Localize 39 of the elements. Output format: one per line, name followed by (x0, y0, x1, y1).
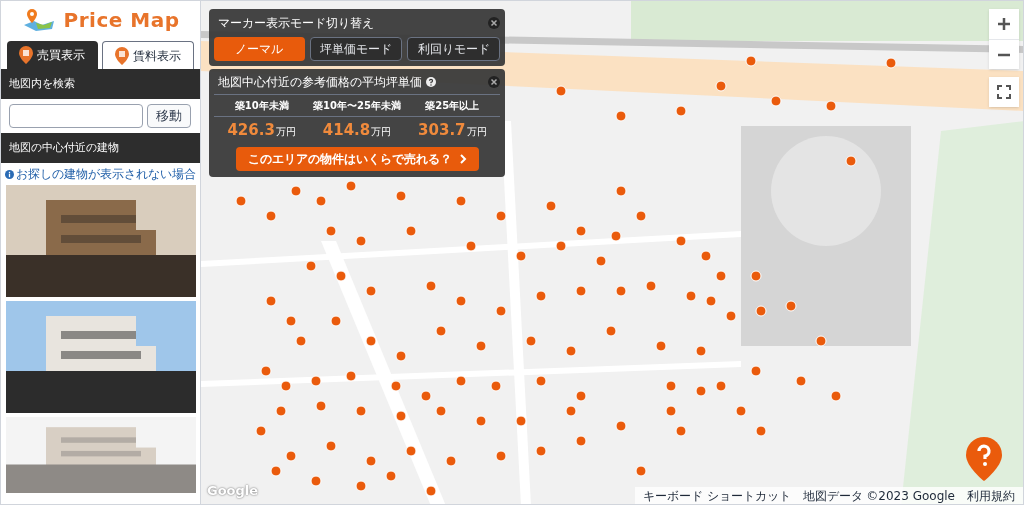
section-heading: 地図の中心付近の建物 (1, 133, 200, 163)
mode-button[interactable]: ノーマル (214, 37, 305, 61)
price-value: 414.8 (322, 120, 371, 141)
close-icon[interactable] (488, 17, 500, 29)
price-unit: 万円 (275, 125, 296, 139)
cta-button[interactable]: このエリアの物件はいくらで売れる？ (235, 146, 479, 171)
panel-title: マーカー表示モード切り替え (217, 15, 374, 32)
help-link[interactable]: お探しの建物が表示されない場合 (16, 165, 196, 183)
shortcuts-link[interactable]: キーボード ショートカット (642, 486, 791, 504)
terms-link[interactable]: 利用規約 (967, 486, 1015, 504)
logo-text: Price Map (63, 7, 180, 34)
column-label: 築25年以上 (404, 95, 500, 117)
fullscreen-button[interactable] (989, 77, 1019, 107)
move-button[interactable]: 移動 (147, 104, 191, 128)
price-value: 303.7 (418, 120, 466, 141)
mode-button[interactable]: 利回りモード (407, 37, 500, 61)
pin-icon (114, 46, 129, 65)
question-marker-icon (965, 436, 1003, 482)
info-icon (5, 169, 14, 179)
help-icon[interactable] (426, 77, 436, 87)
price-unit: 万円 (466, 125, 487, 139)
google-logo: Google (207, 481, 259, 500)
section-heading: 地図内を検索 (1, 69, 200, 99)
tab[interactable]: 売買表示 (7, 41, 98, 69)
map-data-text: 地図データ ©2023 Google (802, 487, 955, 504)
plus-icon (997, 17, 1011, 31)
pin-icon (19, 46, 34, 64)
panel-title: 地図中心付近の参考価格の平均坪単価 (218, 74, 422, 91)
column-label: 築10年未満 (214, 95, 310, 117)
price-unit: 万円 (371, 125, 392, 139)
tab[interactable]: 賃料表示 (101, 41, 194, 69)
fullscreen-icon (997, 85, 1011, 99)
close-icon[interactable] (488, 76, 500, 88)
price-value: 426.3 (227, 120, 275, 141)
chevron-right-icon (459, 153, 467, 164)
mode-button[interactable]: 坪単価モード (309, 37, 403, 61)
search-field[interactable] (9, 104, 143, 128)
column-label: 築10年〜25年未満 (309, 95, 405, 117)
help-button[interactable] (965, 436, 1003, 482)
